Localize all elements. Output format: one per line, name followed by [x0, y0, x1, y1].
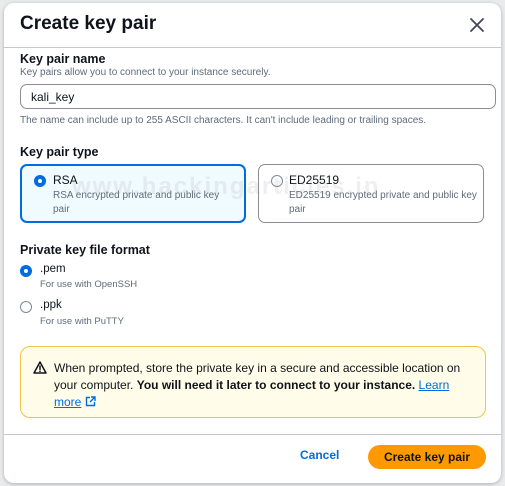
ed25519-title: ED25519 [289, 173, 340, 187]
rsa-description: RSA encrypted private and public key pai… [53, 190, 220, 215]
key-pair-name-description: Key pairs allow you to connect to your i… [20, 67, 271, 78]
pem-title[interactable]: .pem [40, 263, 66, 275]
key-pair-name-hint: The name can include up to 255 ASCII cha… [20, 115, 427, 126]
footer-divider [4, 434, 501, 435]
ed25519-radio[interactable] [271, 175, 283, 187]
rsa-radio[interactable] [34, 175, 46, 187]
key-pair-type-label: Key pair type [20, 145, 99, 159]
ppk-description: For use with PuTTY [40, 316, 124, 327]
pem-radio[interactable] [20, 265, 32, 277]
cancel-button[interactable]: Cancel [300, 448, 339, 462]
ppk-radio[interactable] [20, 301, 32, 313]
warning-alert: When prompted, store the private key in … [20, 346, 486, 418]
create-key-pair-dialog: Create key pair Key pair name Key pairs … [4, 3, 501, 483]
alert-message: When prompted, store the private key in … [54, 360, 474, 412]
ppk-title[interactable]: .ppk [40, 299, 62, 311]
rsa-title: RSA [53, 173, 78, 187]
key-pair-name-input[interactable] [20, 84, 496, 109]
key-type-ed25519-tile[interactable]: ED25519 ED25519 encrypted private and pu… [258, 164, 484, 223]
key-pair-name-label: Key pair name [20, 52, 106, 66]
dialog-title: Create key pair [20, 13, 157, 34]
ed25519-description: ED25519 encrypted private and public key… [289, 190, 477, 215]
pem-description: For use with OpenSSH [40, 279, 138, 290]
close-icon[interactable] [467, 15, 487, 35]
file-format-label: Private key file format [20, 243, 150, 257]
create-key-pair-button[interactable]: Create key pair [368, 445, 486, 469]
alert-emphasis: You will need it later to connect to you… [136, 378, 416, 392]
external-link-icon[interactable] [85, 395, 97, 412]
header-divider [4, 47, 501, 48]
warning-icon [33, 361, 47, 379]
key-type-rsa-tile[interactable]: RSA RSA encrypted private and public key… [20, 164, 246, 223]
